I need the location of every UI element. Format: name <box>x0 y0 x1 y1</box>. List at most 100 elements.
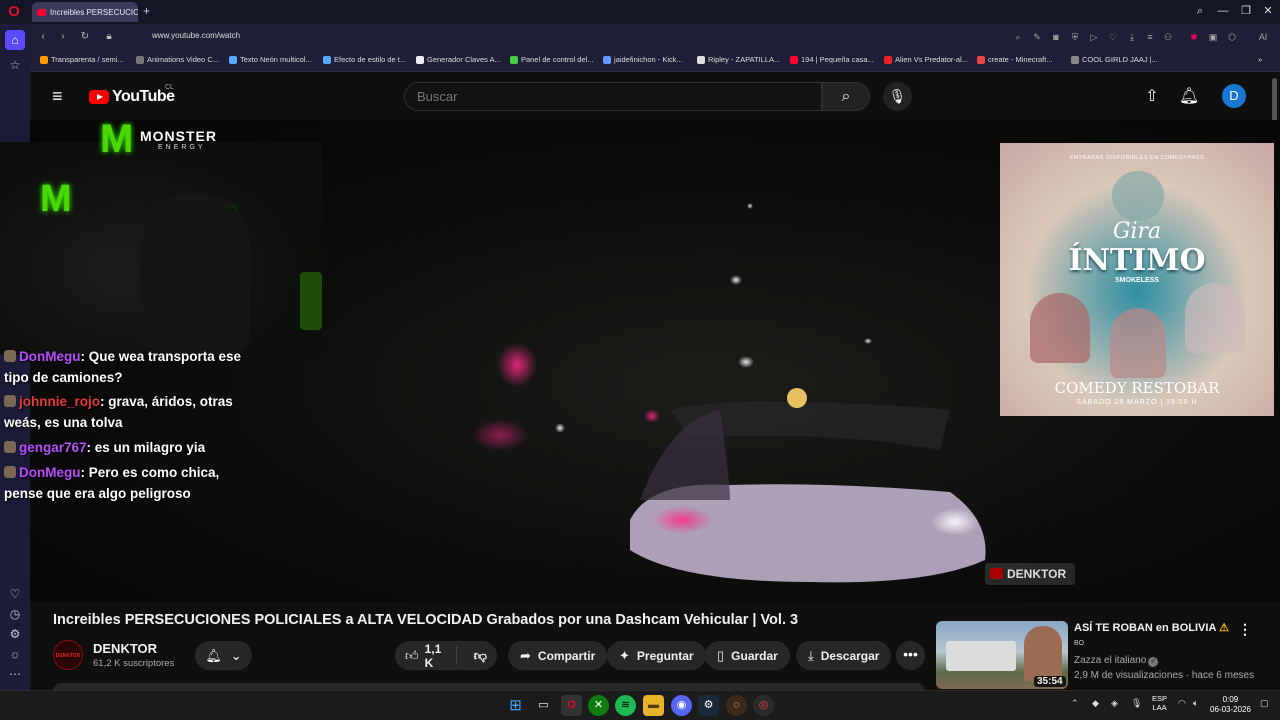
monster-claw-icon: M <box>100 117 134 161</box>
zoom-icon[interactable]: ⌕ <box>1012 31 1024 43</box>
wifi-icon[interactable]: ◠ <box>1178 698 1186 709</box>
video-duration: 35:54 <box>1034 676 1066 687</box>
account-icon[interactable]: ⚇ <box>1162 31 1174 43</box>
bookmark-item[interactable]: 194 | Pequeña casa... <box>790 55 874 64</box>
hamburger-menu-icon[interactable]: ≡ <box>52 86 72 106</box>
forward-icon[interactable]: › <box>56 30 70 44</box>
subscription-bell-button[interactable]: 🔔︎ ⌄ <box>195 641 252 670</box>
volume-icon[interactable]: 🔈︎ <box>1193 698 1198 709</box>
microphone-icon[interactable]: 🎙︎ <box>883 82 912 111</box>
bookmark-item[interactable]: Efecto de estilo de t... <box>323 55 406 64</box>
xbox-icon[interactable]: ✕ <box>588 695 609 716</box>
close-window-icon[interactable]: ✕ <box>1258 2 1278 20</box>
pinboard-icon[interactable]: ☆ <box>5 55 25 75</box>
camera-icon[interactable]: ◙ <box>1050 31 1062 43</box>
channel-watermark[interactable]: DENKTOR <box>985 563 1075 585</box>
bookmark-icon: ▯ <box>717 647 725 663</box>
keyboard-language[interactable]: ESP LAA <box>1152 694 1167 712</box>
back-icon[interactable]: ‹ <box>36 30 50 44</box>
home-icon[interactable]: ⌂ <box>5 30 25 50</box>
windows-start-icon[interactable]: ⊞ <box>505 695 526 716</box>
url-field[interactable]: www.youtube.com/watch <box>152 31 240 40</box>
system-clock[interactable]: 0:09 06-03-2026 <box>1210 695 1251 715</box>
discord-icon[interactable]: ◉ <box>671 695 692 716</box>
monster-can-icon <box>300 272 322 330</box>
extension-square-icon[interactable]: ▣ <box>1207 31 1219 43</box>
channel-name[interactable]: DENKTOR <box>93 641 157 656</box>
bookmark-item[interactable]: Transparenta / semi... <box>40 55 124 64</box>
bookmarks-more-icon[interactable]: » <box>1258 55 1262 64</box>
recommended-title[interactable]: ASÍ TE ROBAN en BOLIVIA ⚠ <box>1074 621 1229 634</box>
opera-logo-icon[interactable]: O <box>4 3 24 21</box>
steam-icon[interactable]: ⚙ <box>698 695 719 716</box>
obs-icon[interactable]: ◎ <box>753 695 774 716</box>
app-icon[interactable]: ◌ <box>726 695 747 716</box>
more-actions-icon[interactable]: ••• <box>896 641 925 670</box>
notifications-bell-icon[interactable]: 🔔︎ <box>1178 86 1200 108</box>
upload-icon[interactable]: ⇧ <box>1141 86 1163 108</box>
thumbs-down-icon: 👎︎ <box>473 647 487 663</box>
maximize-icon[interactable]: ❐ <box>1236 2 1256 20</box>
settings-icon[interactable]: ⚙ <box>5 624 25 644</box>
save-button[interactable]: ▯ Guardar <box>705 641 790 670</box>
thumbnail-overlay-text: BO <box>1074 640 1085 647</box>
file-explorer-icon[interactable]: ▬ <box>643 695 664 716</box>
thumbs-up-icon: 👍︎ <box>405 647 419 663</box>
like-button[interactable]: 👍︎ 1,1 K <box>395 642 457 670</box>
task-view-icon[interactable]: ▭ <box>533 695 554 716</box>
recommended-more-icon[interactable]: ⋮ <box>1238 621 1252 639</box>
recommended-channel[interactable]: Zazza el italiano ✓ <box>1074 655 1159 667</box>
ai-button[interactable]: AI <box>1252 31 1274 43</box>
cube-icon[interactable]: ⬡ <box>1226 31 1238 43</box>
browser-tab-active[interactable]: Increibles PERSECUCIO <box>32 2 138 22</box>
history-icon[interactable]: ◷ <box>5 604 25 624</box>
lock-icon: 🔒︎ <box>106 31 112 42</box>
bookmark-item[interactable]: COOL GIRLD JAAJ |... <box>1071 55 1158 64</box>
chat-message: DonMegu: Pero es como chica, pense que e… <box>4 465 220 501</box>
search-icon[interactable]: ⌕ <box>822 82 870 111</box>
shield-icon[interactable]: ⛨ <box>1069 31 1081 43</box>
chat-message: DonMegu: Que wea transporta ese tipo de … <box>4 349 242 385</box>
more-icon[interactable]: ⋯ <box>5 664 25 684</box>
bookmark-item[interactable]: Generador Claves A... <box>416 55 501 64</box>
subscriber-count: 61,2 K suscriptores <box>93 658 175 669</box>
bookmark-item[interactable]: Panel de control del... <box>510 55 594 64</box>
ask-button[interactable]: ✦ Preguntar <box>607 641 706 670</box>
play-icon[interactable]: ▷ <box>1088 31 1100 43</box>
search-tabs-icon[interactable]: ⌕ <box>1190 2 1210 20</box>
reload-icon[interactable]: ↻ <box>78 30 92 44</box>
tray-mic-icon[interactable]: 🎙︎ <box>1131 698 1142 709</box>
download-tool-icon[interactable]: ⤓ <box>1126 31 1138 43</box>
edit-icon[interactable]: ✎ <box>1031 31 1043 43</box>
bulb-icon[interactable]: ☼ <box>5 644 25 664</box>
bookmark-item[interactable]: jaidefinichon - Kick... <box>603 55 683 64</box>
bookmark-item[interactable]: Alien Vs Predator-al... <box>884 55 968 64</box>
extension-red-icon[interactable]: ✱ <box>1188 31 1200 43</box>
streamer-silhouette <box>140 194 250 354</box>
recommended-meta: 2,9 M de visualizaciones · hace 6 meses <box>1074 670 1255 681</box>
notification-center-icon[interactable]: ▢ <box>1260 698 1269 709</box>
ad-poster: ENTRADAS DISPONIBLES EN COMEDYPASS Gira … <box>1000 143 1274 416</box>
menu-lines-icon[interactable]: ≡ <box>1144 31 1156 43</box>
bookmark-item[interactable]: Ripley - ZAPATILLA... <box>697 55 780 64</box>
heart-icon[interactable]: ♡ <box>5 584 25 604</box>
bookmark-item[interactable]: Texto Neón multicol... <box>229 55 312 64</box>
tray-app-icon[interactable]: ◆ <box>1092 698 1099 709</box>
dislike-button[interactable]: 👎︎ <box>464 648 497 664</box>
youtube-logo[interactable]: YouTube <box>89 88 175 106</box>
new-tab-icon[interactable]: + <box>143 4 155 18</box>
heart-tool-icon[interactable]: ♡ <box>1107 31 1119 43</box>
tray-chevron-icon[interactable]: ⌃ <box>1071 698 1079 709</box>
minimize-icon[interactable]: — <box>1213 2 1233 20</box>
avatar[interactable]: D <box>1222 84 1246 108</box>
spotify-icon[interactable]: ≋ <box>615 695 636 716</box>
bookmark-item[interactable]: create - Minecraft... <box>977 55 1053 64</box>
search-input[interactable] <box>404 82 822 111</box>
opera-taskbar-icon[interactable]: O <box>561 695 582 716</box>
bookmark-item[interactable]: Animations Video C... <box>136 55 219 64</box>
share-button[interactable]: ➦ Compartir <box>508 641 608 670</box>
chevron-down-icon: ⌄ <box>230 647 242 663</box>
channel-avatar[interactable]: DENKTOR <box>53 640 83 670</box>
tray-steam-icon[interactable]: ◈ <box>1111 698 1118 709</box>
download-button[interactable]: ⤓ Descargar <box>796 641 892 670</box>
